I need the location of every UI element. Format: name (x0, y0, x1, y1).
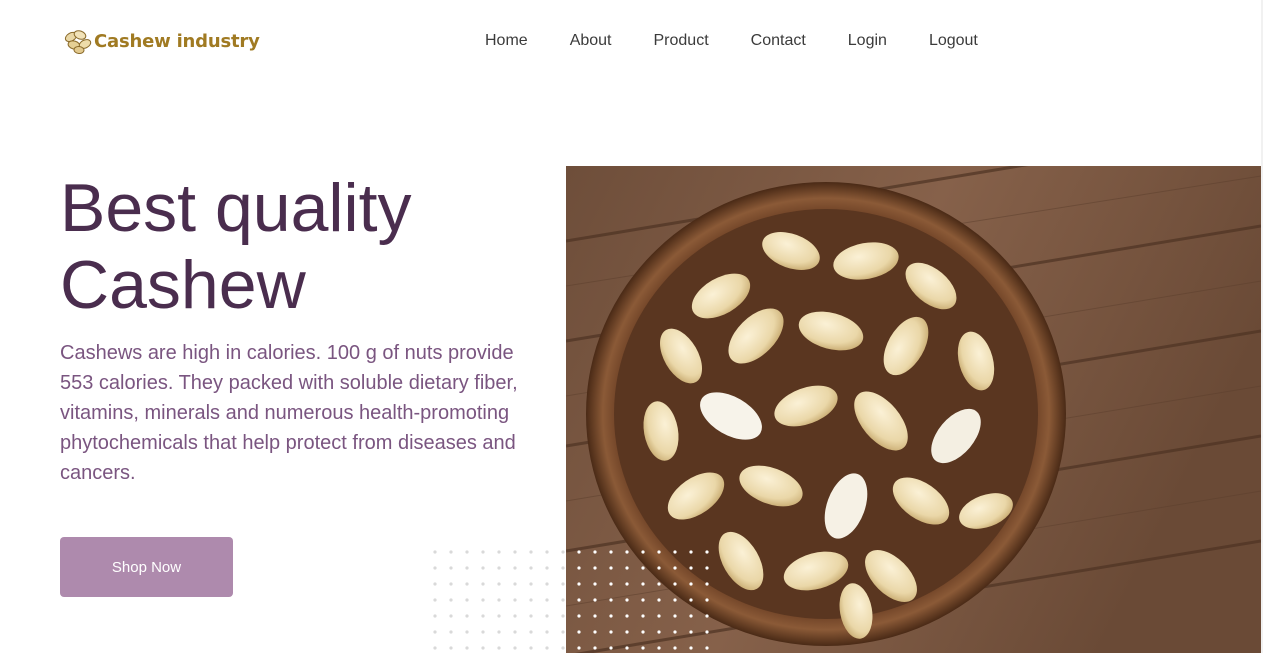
nav-logout[interactable]: Logout (929, 32, 978, 50)
hero-title: Best quality Cashew (60, 170, 412, 323)
shop-now-button[interactable]: Shop Now (60, 537, 233, 597)
brand-name: Cashew industry (94, 30, 260, 52)
page: Cashew industry Home About Product Conta… (0, 0, 1263, 653)
nav-product[interactable]: Product (654, 32, 709, 50)
brand-logo[interactable]: Cashew industry (62, 26, 260, 56)
cashew-nuts-icon (64, 30, 92, 55)
hero-description: Cashews are high in calories. 100 g of n… (60, 342, 518, 484)
nav-about[interactable]: About (570, 32, 612, 50)
decorative-dots (433, 550, 709, 650)
main-nav: Home About Product Contact Login Logout (485, 30, 1020, 52)
nav-home[interactable]: Home (485, 32, 528, 50)
nav-login[interactable]: Login (848, 32, 887, 50)
nav-contact[interactable]: Contact (751, 32, 806, 50)
